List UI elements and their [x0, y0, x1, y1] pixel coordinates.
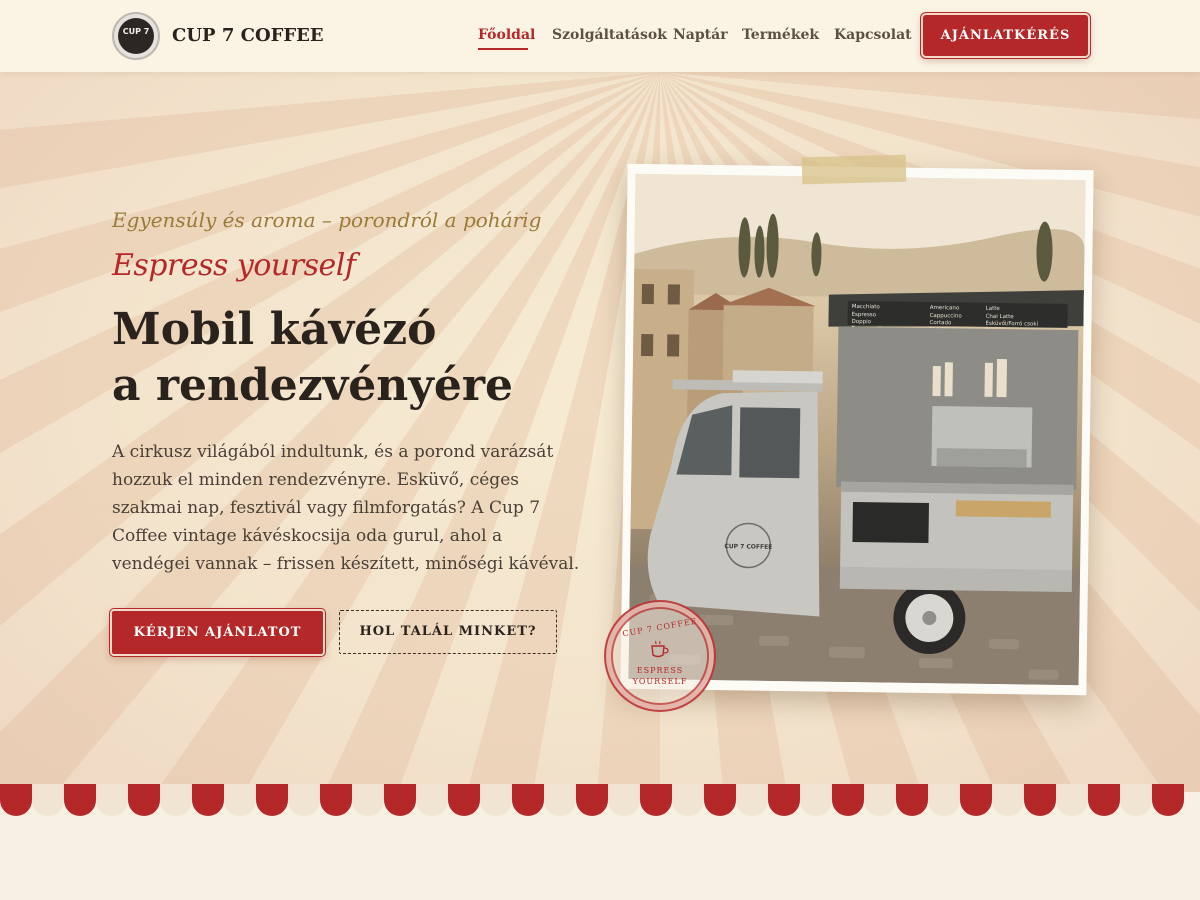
coffee-truck-photo: Macchiato Espresso Doppio Espresso Macch…	[628, 173, 1086, 686]
awning-scallop	[320, 784, 352, 816]
hero-tagline: Egyensúly és aroma – porondról a pohárig	[112, 208, 542, 232]
awning-scallop	[640, 784, 672, 816]
nav-item-fooldal[interactable]: Főoldal	[478, 27, 535, 43]
awning-scallop	[608, 784, 640, 816]
stamp-line-2: YOURSELF	[632, 677, 688, 686]
awning-scallop	[64, 784, 96, 816]
awning-scallop	[800, 784, 832, 816]
awning-scallop	[736, 784, 768, 816]
awning-scallop	[32, 784, 64, 816]
awning-scallop-border	[0, 784, 1200, 820]
awning-scallop	[960, 784, 992, 816]
stamp-bottom-text: ESPRESS YOURSELF	[606, 665, 714, 687]
awning-scallop	[1120, 784, 1152, 816]
awning-scallop	[128, 784, 160, 816]
awning-scallop	[352, 784, 384, 816]
awning-scallop	[416, 784, 448, 816]
awning-scallop	[256, 784, 288, 816]
hero-script-title: Espress yourself	[112, 248, 356, 283]
awning-scallop	[576, 784, 608, 816]
hero-section: Egyensúly és aroma – porondról a pohárig…	[0, 72, 1200, 792]
tape-strip	[801, 154, 907, 185]
nav-item-naptar[interactable]: Naptár	[673, 27, 728, 43]
brand-name[interactable]: CUP 7 COFFEE	[172, 25, 324, 46]
awning-scallop	[928, 784, 960, 816]
logo-text: CUP 7	[118, 18, 154, 54]
truck-menu-item: Macchiato	[852, 304, 881, 310]
hero-description: A cirkusz világából indultunk, és a poro…	[112, 442, 580, 574]
awning-scallop	[96, 784, 128, 816]
espress-yourself-stamp: CUP 7 COFFEE ESPRESS YOURSELF	[604, 600, 716, 712]
truck-menu-item: Americano	[930, 305, 960, 311]
coffee-truck-illustration: Macchiato Espresso Doppio Espresso Macch…	[628, 173, 1086, 686]
awning-scallop	[704, 784, 736, 816]
request-quote-button[interactable]: KÉRJEN AJÁNLATOT	[110, 609, 325, 656]
awning-scallop	[288, 784, 320, 816]
truck-menu-item: Cappuccino	[930, 313, 963, 319]
headline-line-2: a rendezvényére	[112, 360, 514, 411]
truck-menu-item: Espresso	[852, 312, 877, 318]
nav-item-kapcsolat[interactable]: Kapcsolat	[834, 27, 912, 43]
logo-badge[interactable]: CUP 7	[112, 12, 160, 60]
awning-scallop	[832, 784, 864, 816]
truck-menu-item: Esküvői/Forró csoki	[985, 320, 1038, 328]
awning-scallop	[480, 784, 512, 816]
awning-scallop	[1024, 784, 1056, 816]
headline-line-1: Mobil kávézó	[112, 304, 437, 355]
awning-scallop	[448, 784, 480, 816]
awning-scallop	[992, 784, 1024, 816]
awning-scallop	[384, 784, 416, 816]
find-us-button[interactable]: HOL TALÁL MINKET?	[339, 610, 557, 654]
truck-door-logo: CUP 7 COFFEE	[724, 543, 772, 551]
awning-scallop	[160, 784, 192, 816]
nav-active-underline	[478, 48, 528, 50]
site-header: CUP 7 CUP 7 COFFEE Főoldal Szolgáltatáso…	[0, 0, 1200, 72]
awning-scallop	[0, 784, 32, 816]
awning-scallop	[672, 784, 704, 816]
awning-scallop	[544, 784, 576, 816]
awning-scallop	[864, 784, 896, 816]
truck-menu-item: Doppio	[851, 319, 871, 325]
awning-scallop	[192, 784, 224, 816]
header-quote-button[interactable]: AJÁNLATKÉRÉS	[921, 13, 1090, 58]
awning-scallop	[1056, 784, 1088, 816]
awning-scallop	[224, 784, 256, 816]
nav-item-szolgaltatasok[interactable]: Szolgáltatások	[552, 27, 667, 43]
awning-scallop	[896, 784, 928, 816]
awning-scallop	[512, 784, 544, 816]
awning-scallop	[1088, 784, 1120, 816]
hero-headline: Mobil kávézó a rendezvényére	[112, 302, 592, 414]
truck-menu-item: Chai Latte	[986, 314, 1015, 320]
awning-scallop	[768, 784, 800, 816]
stamp-top-text: CUP 7 COFFEE	[621, 616, 699, 639]
truck-menu-item: Cortado	[929, 320, 952, 326]
awning-scallop	[1152, 784, 1184, 816]
stamp-line-1: ESPRESS	[636, 666, 684, 675]
truck-menu-item: Latte	[986, 306, 1001, 312]
coffee-cup-icon	[651, 640, 669, 658]
nav-item-termekek[interactable]: Termékek	[742, 27, 819, 43]
